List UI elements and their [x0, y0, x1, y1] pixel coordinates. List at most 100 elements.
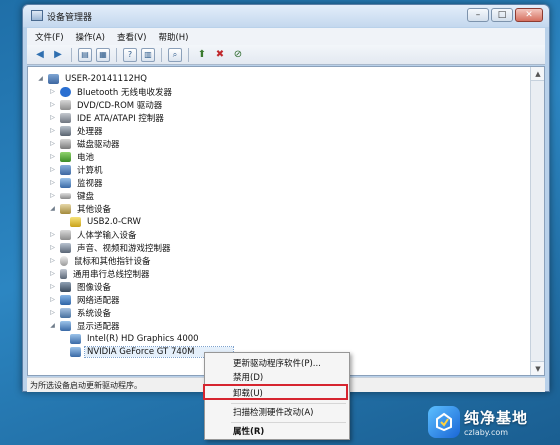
menu-bar: 文件(F) 操作(A) 查看(V) 帮助(H) — [27, 28, 545, 45]
help-icon[interactable]: ? — [123, 47, 137, 62]
expand-icon[interactable]: ▷ — [48, 295, 57, 304]
tree-item-label: 声音、视频和游戏控制器 — [77, 243, 171, 254]
collapse-icon[interactable]: ◢ — [48, 204, 57, 213]
tree-item-label: Intel(R) HD Graphics 4000 — [87, 333, 199, 344]
tree-item-label: 键盘 — [77, 191, 95, 202]
keyboard-icon — [60, 192, 71, 199]
tree-item-hid[interactable]: ▷ 人体学输入设备 — [48, 228, 139, 241]
tree-item-usb-crw[interactable]: USB2.0-CRW — [70, 215, 143, 228]
scroll-down-icon[interactable]: ▼ — [531, 361, 544, 375]
tree-item-usb-controllers[interactable]: ▷ 通用串行总线控制器 — [48, 267, 152, 280]
menu-file[interactable]: 文件(F) — [29, 31, 70, 43]
menu-properties[interactable]: 属性(R) — [207, 424, 347, 438]
scroll-up-icon[interactable]: ▲ — [531, 67, 544, 81]
tree-item-label: 人体学输入设备 — [77, 230, 137, 241]
uninstall-icon[interactable]: ✖ — [213, 48, 227, 62]
tree-item-computer[interactable]: ▷ 计算机 — [48, 163, 105, 176]
disable-icon[interactable]: ⊘ — [231, 48, 245, 62]
menu-update-driver[interactable]: 更新驱动程序软件(P)... — [207, 356, 347, 370]
collapse-icon[interactable]: ◢ — [48, 321, 57, 330]
tree-item-processor[interactable]: ▷ 处理器 — [48, 124, 105, 137]
tree-item-system[interactable]: ▷ 系统设备 — [48, 306, 113, 319]
expand-icon[interactable]: ▷ — [48, 126, 57, 135]
tree-root[interactable]: ◢ USER-20141112HQ — [36, 72, 149, 85]
tree-item-mouse[interactable]: ▷ 鼠标和其他指针设备 — [48, 254, 153, 267]
tree-item-keyboard[interactable]: ▷ 键盘 — [48, 189, 96, 202]
menu-scan-hardware[interactable]: 扫描检测硬件改动(A) — [207, 405, 347, 419]
speaker-icon — [60, 242, 71, 253]
processor-icon — [60, 125, 71, 136]
computer-icon — [60, 164, 71, 175]
tree-item-sound[interactable]: ▷ 声音、视频和游戏控制器 — [48, 241, 173, 254]
tree-item-imaging[interactable]: ▷ 图像设备 — [48, 280, 113, 293]
tree-item-ide[interactable]: ▷ IDE ATA/ATAPI 控制器 — [48, 111, 166, 124]
tree-item-disk[interactable]: ▷ 磁盘驱动器 — [48, 137, 122, 150]
tree-item-label: 磁盘驱动器 — [77, 139, 120, 150]
toolbar-divider — [161, 47, 162, 62]
toolbar-divider — [116, 47, 117, 62]
close-button[interactable]: ✕ — [515, 8, 543, 22]
expand-icon[interactable]: ▷ — [48, 165, 57, 174]
device-manager-icon — [31, 10, 43, 21]
monitor-icon — [60, 177, 71, 188]
view-icon[interactable]: ▥ — [141, 47, 155, 62]
tree-item-label: 系统设备 — [77, 308, 112, 319]
menu-help[interactable]: 帮助(H) — [152, 31, 194, 43]
tree-item-dvd[interactable]: ▷ DVD/CD-ROM 驱动器 — [48, 98, 164, 111]
watermark: 纯净基地 czlaby.com — [428, 404, 558, 440]
toolbar-divider — [71, 47, 72, 62]
menu-divider — [231, 422, 346, 423]
tree-item-monitor[interactable]: ▷ 监视器 — [48, 176, 105, 189]
expand-icon[interactable]: ▷ — [48, 87, 57, 96]
forward-arrow-icon[interactable]: ▶ — [51, 48, 65, 62]
menu-disable[interactable]: 禁用(D) — [207, 370, 347, 384]
properties-icon[interactable]: ▦ — [96, 47, 110, 62]
window-controls: – □ ✕ — [467, 8, 543, 22]
device-tree: ◢ USER-20141112HQ ▷ Bluetooth 无线电收发器 ▷ D… — [27, 66, 545, 376]
back-arrow-icon[interactable]: ◀ — [33, 48, 47, 62]
status-text: 为所选设备启动更新驱动程序。 — [30, 380, 142, 390]
console-tree-icon[interactable]: ▤ — [78, 47, 92, 62]
battery-icon — [60, 151, 71, 162]
tree-item-display[interactable]: ◢ 显示适配器 — [48, 319, 122, 332]
tree-item-network[interactable]: ▷ 网络适配器 — [48, 293, 122, 306]
expand-icon[interactable]: ▷ — [48, 100, 57, 109]
expand-icon[interactable]: ▷ — [48, 282, 57, 291]
display-adapter-icon — [60, 320, 71, 331]
expand-icon[interactable]: ▷ — [48, 113, 57, 122]
tree-root-label: USER-20141112HQ — [65, 73, 147, 84]
tree-item-label: 其他设备 — [77, 204, 112, 215]
tree-item-label: 监视器 — [77, 178, 103, 189]
expand-icon[interactable]: ▷ — [48, 139, 57, 148]
expand-icon[interactable]: ▷ — [48, 256, 57, 265]
tree-item-bluetooth[interactable]: ▷ Bluetooth 无线电收发器 — [48, 85, 174, 98]
expand-icon[interactable]: ▷ — [48, 178, 57, 187]
tree-item-intel-gpu[interactable]: Intel(R) HD Graphics 4000 — [70, 332, 201, 345]
disk-drive-icon — [60, 138, 71, 149]
expand-icon[interactable]: ▷ — [48, 269, 57, 278]
maximize-button[interactable]: □ — [491, 8, 513, 22]
expand-icon[interactable]: ▷ — [48, 230, 57, 239]
menu-action[interactable]: 操作(A) — [70, 31, 111, 43]
update-driver-icon[interactable]: ⬆ — [195, 48, 209, 62]
expand-icon[interactable]: ▷ — [48, 243, 57, 252]
collapse-icon[interactable]: ◢ — [36, 74, 45, 83]
watermark-url: czlaby.com — [464, 428, 509, 437]
vertical-scrollbar[interactable]: ▲ ▼ — [530, 67, 544, 375]
minimize-button[interactable]: – — [467, 8, 489, 22]
tree-item-label: 网络适配器 — [77, 295, 120, 306]
tree-item-battery[interactable]: ▷ 电池 — [48, 150, 96, 163]
expand-icon[interactable]: ▷ — [48, 308, 57, 317]
bluetooth-icon — [60, 86, 71, 97]
toolbar: ◀ ▶ ▤ ▦ ? ▥ ⌕ ⬆ ✖ ⊘ — [27, 45, 545, 65]
menu-divider — [231, 403, 346, 404]
camera-icon — [60, 281, 71, 292]
expand-icon[interactable]: ▷ — [48, 191, 57, 200]
title-bar[interactable]: 设备管理器 – □ ✕ — [23, 5, 549, 27]
tree-item-label: 图像设备 — [77, 282, 112, 293]
scan-hardware-icon[interactable]: ⌕ — [168, 47, 182, 62]
menu-view[interactable]: 查看(V) — [111, 31, 152, 43]
expand-icon[interactable]: ▷ — [48, 152, 57, 161]
tree-item-label: USB2.0-CRW — [87, 216, 141, 227]
tree-item-other-devices[interactable]: ◢ 其他设备 — [48, 202, 113, 215]
